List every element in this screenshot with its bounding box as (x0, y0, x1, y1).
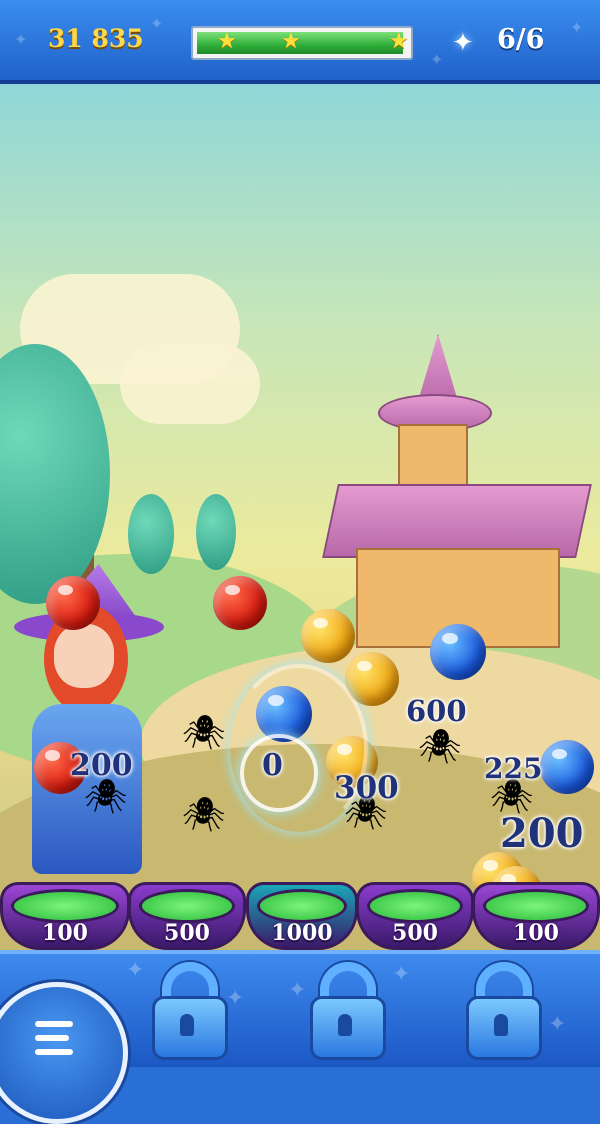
blue-spider-icon: 🕷 (84, 777, 128, 817)
moves-counter: 6/6 (497, 24, 545, 55)
sparkle-decoration-icon: ✦ (226, 986, 245, 1011)
cauldron-brew (367, 889, 463, 923)
locked-booster-slot[interactable] (310, 962, 386, 1060)
sparkle-decoration-icon: ✦ (14, 30, 28, 49)
bottom-bar: ✦ ✦ ✦ ✦ ✦ (0, 950, 600, 1124)
progress-star-icon: ★ (281, 29, 301, 54)
yellow-bubble (301, 609, 355, 663)
cauldron: 500 (128, 868, 246, 950)
cauldron-value: 100 (513, 920, 559, 946)
sparkle-decoration-icon: ✦ (548, 1012, 567, 1037)
house-roof (322, 484, 592, 558)
cauldron-value: 500 (164, 920, 210, 946)
blue-bubble (430, 624, 486, 680)
points-popup: 225 (484, 752, 543, 785)
sparkle-decoration-icon: ✦ (288, 978, 307, 1003)
red-bubble (213, 576, 267, 630)
cauldron-brew (139, 889, 235, 923)
points-popup: 200 (70, 748, 133, 783)
sparkle-decoration-icon: ✦ (392, 962, 411, 987)
cauldron-value: 500 (392, 920, 438, 946)
cauldron: 500 (356, 868, 474, 950)
progress-star-icon: ★ (389, 29, 409, 54)
cauldron-brew (257, 889, 347, 923)
cauldron-brew (11, 889, 119, 923)
locked-booster-slot[interactable] (152, 962, 228, 1060)
red-bubble (46, 576, 100, 630)
yellow-spider-icon: 🕷 (418, 727, 462, 767)
blue-bubble (540, 740, 594, 794)
score-progress-bar: ★ ★ ★ (191, 26, 413, 60)
yellow-spider-icon: 🕷 (182, 795, 226, 835)
points-popup: 0 (262, 748, 283, 783)
sparkle-decoration-icon: ✦ (126, 958, 145, 983)
menu-button[interactable] (0, 982, 128, 1124)
sparkle-decoration-icon: ✦ (150, 14, 164, 33)
cauldron-value: 100 (42, 920, 88, 946)
cauldron: 100 (0, 868, 130, 950)
points-popup: 300 (334, 770, 399, 806)
cauldron-value: 1000 (271, 920, 333, 946)
sparkle-decoration-icon: ✦ (570, 18, 584, 37)
locked-booster-slot[interactable] (466, 962, 542, 1060)
points-popup: 600 (406, 694, 467, 728)
cauldron-brew (483, 889, 589, 923)
sparkle-decoration-icon: ✦ (430, 50, 444, 69)
sparkle-star-icon: ✦ (452, 28, 474, 58)
cauldron-row: 100 500 1000 500 100 (0, 868, 600, 950)
cloud (120, 344, 260, 424)
blue-spider-icon: 🕷 (490, 777, 534, 817)
tree (196, 494, 236, 570)
tree (128, 494, 174, 574)
progress-star-icon: ★ (217, 29, 237, 54)
top-bar: ✦ ✦ ✦ ✦ 31 835 ★ ★ ★ ✦ 6/6 (0, 0, 600, 84)
score-counter: 31 835 (48, 24, 144, 53)
game-scene: 🕷 🕷 🕷 🕷 🕷 🕷 200 0 300 600 225 200 500 (0, 84, 600, 950)
yellow-spider-icon: 🕷 (182, 713, 226, 753)
cauldron: 100 (472, 868, 600, 950)
cauldron: 1000 (246, 868, 358, 950)
points-popup: 200 (500, 810, 584, 857)
